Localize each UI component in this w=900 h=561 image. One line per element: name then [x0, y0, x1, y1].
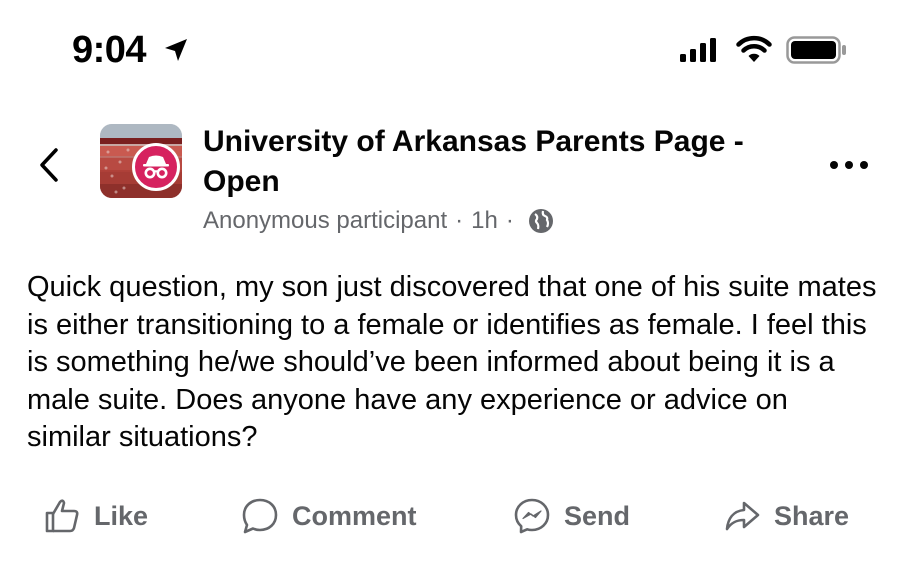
- post-meta: Anonymous participant · 1h ·: [203, 205, 554, 237]
- send-label: Send: [564, 500, 631, 531]
- comment-button[interactable]: Comment: [240, 488, 417, 544]
- share-label: Share: [774, 500, 850, 531]
- comment-label: Comment: [292, 500, 417, 531]
- share-arrow-icon: [725, 501, 760, 531]
- status-time: 9:04: [72, 29, 147, 71]
- location-arrow-icon: [165, 39, 187, 61]
- send-button[interactable]: Send: [512, 488, 630, 544]
- like-label: Like: [94, 500, 149, 531]
- like-button[interactable]: Like: [42, 488, 148, 544]
- anonymous-badge: [132, 143, 180, 191]
- author-name: Anonymous participant: [203, 207, 448, 234]
- battery-icon: [786, 36, 846, 64]
- incognito-icon: [143, 155, 169, 179]
- back-button[interactable]: [30, 145, 70, 185]
- more-options-button[interactable]: [826, 150, 872, 180]
- meta-separator-2: ·: [505, 207, 514, 234]
- share-button[interactable]: Share: [722, 488, 849, 544]
- post-time[interactable]: 1h: [471, 205, 498, 237]
- messenger-icon: [514, 498, 550, 534]
- thumbs-up-icon: [45, 499, 79, 533]
- status-bar: 9:04: [0, 0, 900, 100]
- post-text: Quick question, my son just discovered t…: [27, 271, 877, 453]
- comment-bubble-icon: [242, 498, 278, 534]
- group-name-link[interactable]: University of Arkansas Parents Page - Op…: [203, 122, 803, 202]
- wifi-icon: [736, 35, 772, 62]
- post-action-bar: Like Comment Send Share: [0, 488, 900, 544]
- cellular-signal-icon: [680, 38, 716, 62]
- globe-icon: [528, 209, 553, 233]
- meta-separator: ·: [455, 207, 464, 234]
